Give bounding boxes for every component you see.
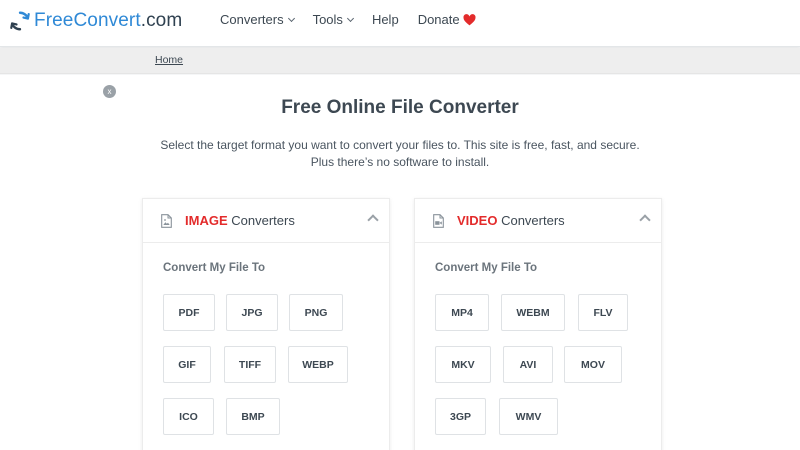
chevron-down-icon xyxy=(287,14,295,22)
format-button-wmv[interactable]: WMV xyxy=(499,398,558,435)
video-card-subheading: Convert My File To xyxy=(435,262,538,274)
format-button-jpg[interactable]: JPG xyxy=(226,294,278,331)
freeconvert-logo[interactable]: FreeConvert.com xyxy=(9,8,182,34)
video-converters-card: VIDEO Converters Convert My File To MP4 … xyxy=(414,198,662,450)
format-button-tiff[interactable]: TIFF xyxy=(224,346,276,383)
image-card-title: IMAGE Converters xyxy=(185,213,295,228)
format-button-webp[interactable]: WEBP xyxy=(288,346,348,383)
format-button-avi[interactable]: AVI xyxy=(503,346,553,383)
format-button-ico[interactable]: ICO xyxy=(163,398,214,435)
format-button-webm[interactable]: WEBM xyxy=(501,294,565,331)
format-button-bmp[interactable]: BMP xyxy=(226,398,280,435)
site-header: FreeConvert.com Converters Tools Help Do… xyxy=(0,0,800,47)
format-button-png[interactable]: PNG xyxy=(289,294,343,331)
nav-converters[interactable]: Converters xyxy=(220,12,295,27)
chevron-up-icon[interactable] xyxy=(367,214,379,226)
video-card-header[interactable]: VIDEO Converters xyxy=(415,199,661,243)
image-card-subheading: Convert My File To xyxy=(163,262,266,274)
format-button-mkv[interactable]: MKV xyxy=(435,346,491,383)
nav-tools[interactable]: Tools xyxy=(312,12,354,27)
format-button-mp4[interactable]: MP4 xyxy=(435,294,489,331)
chevron-down-icon xyxy=(346,14,354,22)
breadcrumb: Home xyxy=(0,48,800,74)
heart-icon xyxy=(463,13,476,26)
breadcrumb-home-link[interactable]: Home xyxy=(155,54,183,66)
nav-help[interactable]: Help xyxy=(372,12,399,27)
nav-tools-label: Tools xyxy=(312,12,343,27)
main-nav: Converters Tools Help Donate xyxy=(220,12,495,27)
page-subtitle: Select the target format you want to con… xyxy=(0,137,800,171)
refresh-logo-icon xyxy=(10,11,30,31)
nav-donate[interactable]: Donate xyxy=(418,12,476,27)
image-converters-card: IMAGE Converters Convert My File To PDF … xyxy=(142,198,390,450)
format-button-flv[interactable]: FLV xyxy=(578,294,628,331)
format-button-3gp[interactable]: 3GP xyxy=(435,398,486,435)
main-content: x Free Online File Converter Select the … xyxy=(0,75,800,450)
nav-help-label: Help xyxy=(371,12,399,27)
image-file-icon xyxy=(161,214,172,228)
format-button-gif[interactable]: GIF xyxy=(163,346,211,383)
nav-donate-label: Donate xyxy=(417,12,460,27)
format-button-pdf[interactable]: PDF xyxy=(163,294,215,331)
format-button-mov[interactable]: MOV xyxy=(564,346,622,383)
logo-text: FreeConvert.com xyxy=(34,10,183,31)
video-card-title: VIDEO Converters xyxy=(457,213,565,228)
chevron-up-icon[interactable] xyxy=(639,214,651,226)
subtitle-line-1: Select the target format you want to con… xyxy=(160,138,640,152)
subtitle-line-2: Plus there’s no software to install. xyxy=(310,155,490,169)
page-title: Free Online File Converter xyxy=(281,97,519,118)
video-file-icon xyxy=(433,214,444,228)
image-card-header[interactable]: IMAGE Converters xyxy=(143,199,389,243)
nav-converters-label: Converters xyxy=(220,12,284,27)
